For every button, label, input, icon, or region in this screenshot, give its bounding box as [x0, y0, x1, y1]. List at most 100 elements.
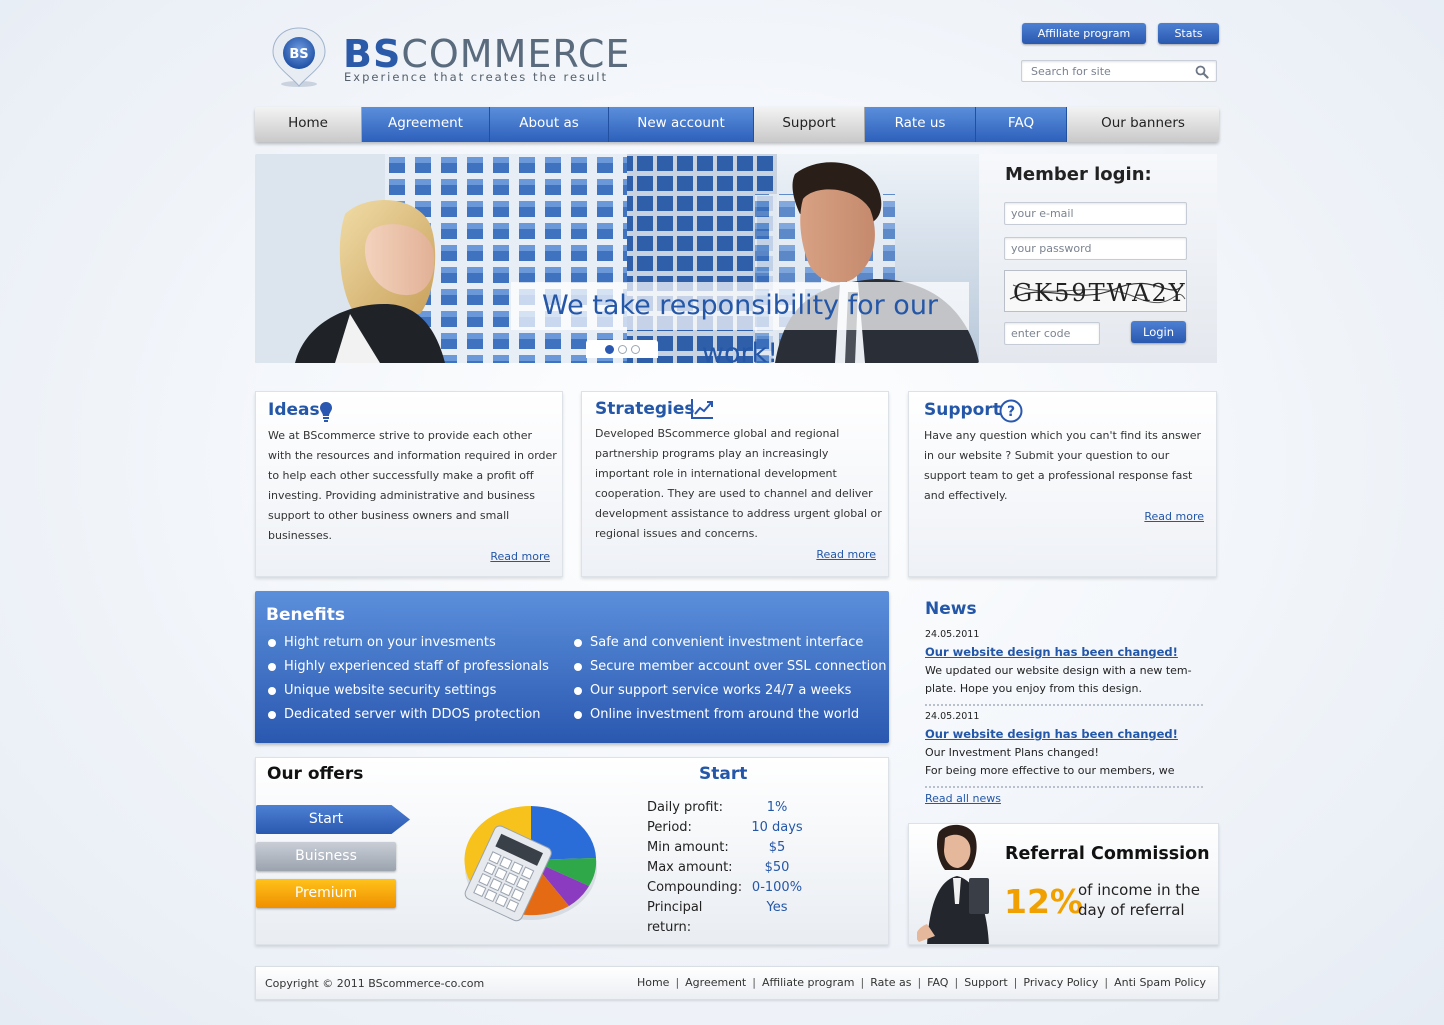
logo-short-text: BS [289, 47, 308, 62]
footer-links: Home | Agreement | Affiliate program | Rate… [636, 976, 1206, 989]
strategies-read-more-link[interactable]: Read more [816, 548, 876, 561]
main-nav: Home Agreement About as New account Supp… [255, 107, 1219, 142]
businesswoman-image [917, 824, 989, 944]
calculator-pie-icon [464, 805, 597, 922]
news-headline-link[interactable]: Our website design has been changed! [925, 727, 1178, 741]
copyright: Copyright © 2011 BScommerce-co.com [265, 977, 485, 990]
footer-link-anti-spam[interactable]: Anti Spam Policy [1114, 976, 1206, 989]
password-field[interactable]: your password [1004, 237, 1187, 260]
benefit-item: Unique website security settings [266, 679, 549, 703]
plan-details: Daily profit: 1% Period: 10 days Min amoun… [647, 798, 807, 938]
site-logo[interactable]: BS BSCOMMERCE Experience that creates th… [269, 24, 629, 96]
nav-home[interactable]: Home [255, 107, 362, 142]
footer-link-support[interactable]: Support [964, 976, 1007, 989]
nav-about[interactable]: About as [490, 107, 609, 142]
news-text: Our Investment Plans changed! [925, 746, 1099, 759]
captcha-image: GK59TWA2Y [1004, 270, 1187, 312]
plan-row: Principal return: Yes [647, 900, 788, 935]
plan-row: Compounding: 0-100% [647, 880, 803, 895]
footer-link-home[interactable]: Home [637, 976, 669, 989]
ideas-read-more-link[interactable]: Read more [490, 550, 550, 563]
offer-tab-start[interactable]: Start [256, 805, 410, 834]
nav-rate-us[interactable]: Rate us [865, 107, 976, 142]
footer-link-affiliate[interactable]: Affiliate program [762, 976, 855, 989]
footer-link-faq[interactable]: FAQ [927, 976, 948, 989]
benefit-item: Highly experienced staff of professional… [266, 655, 549, 679]
offers-panel: Our offers Start Buisness Premium Start … [255, 757, 889, 945]
footer-link-agreement[interactable]: Agreement [685, 976, 746, 989]
login-button[interactable]: Login [1131, 321, 1186, 343]
captcha-text: GK59TWA2Y [1013, 279, 1187, 307]
referral-description: of income in the day of referral [1078, 881, 1200, 919]
email-field[interactable]: your e-mail [1004, 202, 1187, 225]
offer-tab-business[interactable]: Buisness [256, 842, 396, 871]
nav-our-banners[interactable]: Our banners [1067, 107, 1219, 142]
benefit-item: Dedicated server with DDOS protection [266, 703, 549, 727]
support-title: Support [924, 400, 1001, 420]
news-text: For being more effective to our members,… [925, 764, 1175, 777]
chart-growth-icon [691, 399, 713, 419]
news-date: 24.05.2011 [925, 711, 980, 722]
news-headline-link[interactable]: Our website design has been changed! [925, 645, 1178, 659]
slider-dot-1[interactable] [604, 344, 614, 354]
plan-row: Daily profit: 1% [647, 800, 788, 815]
benefit-item: Safe and convenient investment interface [572, 631, 886, 655]
strategies-text: Developed BScommerce global and regional… [595, 427, 882, 540]
benefits-list-left: Hight return on your invesments Highly e… [266, 631, 549, 727]
news-title: News [925, 599, 977, 619]
logo-tagline: Experience that creates the result [344, 70, 609, 84]
benefits-list-right: Safe and convenient investment interface… [572, 631, 886, 727]
offers-title: Our offers [267, 764, 364, 784]
stats-button[interactable]: Stats [1158, 23, 1219, 44]
read-all-news-link[interactable]: Read all news [925, 792, 1001, 805]
benefit-item: Hight return on your invesments [266, 631, 549, 655]
news-divider [925, 704, 1203, 706]
strategies-box: Strategies Developed BScommerce global a… [581, 391, 889, 577]
support-box: Support ? Have any question which you ca… [908, 391, 1217, 577]
nav-faq[interactable]: FAQ [976, 107, 1067, 142]
benefit-item: Secure member account over SSL connectio… [572, 655, 886, 679]
strategies-title: Strategies [595, 399, 695, 419]
ideas-text: We at BScommerce strive to provide each … [268, 429, 557, 542]
news-date: 24.05.2011 [925, 629, 980, 640]
slider-dot-2[interactable] [617, 344, 627, 354]
nav-agreement[interactable]: Agreement [362, 107, 490, 142]
footer: Copyright © 2011 BScommerce-co.com Home |… [255, 966, 1219, 1000]
referral-panel: Referral Commission 12% of income in the… [908, 823, 1219, 945]
login-title: Member login: [1005, 164, 1152, 185]
referral-percent: 12% [1004, 882, 1083, 921]
plan-row: Period: 10 days [647, 820, 803, 835]
benefit-item: Our support service works 24/7 a weeks [572, 679, 886, 703]
lightbulb-icon [320, 402, 332, 422]
benefits-title: Benefits [266, 605, 345, 625]
plan-title: Start [699, 764, 748, 784]
support-read-more-link[interactable]: Read more [1144, 510, 1204, 523]
offer-tab-premium[interactable]: Premium [256, 879, 396, 908]
ideas-title: Ideas [268, 400, 320, 420]
slider-dots [586, 340, 658, 358]
footer-link-privacy[interactable]: Privacy Policy [1023, 976, 1098, 989]
news-text: plate. Hope you enjoy from this design. [925, 682, 1142, 695]
hero-image [255, 154, 979, 363]
plan-row: Max amount: $50 [647, 860, 790, 875]
footer-link-rate[interactable]: Rate as [870, 976, 911, 989]
search-placeholder: Search for site [1031, 65, 1111, 78]
page: BS BSCOMMERCE Experience that creates th… [255, 0, 1219, 1025]
member-login-panel: Member login: your e-mail your password … [979, 154, 1217, 363]
ideas-box: Ideas We at BScommerce strive to provide… [255, 391, 563, 577]
svg-text:?: ? [1007, 404, 1015, 420]
captcha-code-field[interactable]: enter code [1004, 322, 1100, 345]
news-divider [925, 786, 1203, 788]
search-icon[interactable] [1195, 65, 1209, 79]
nav-new-account[interactable]: New account [609, 107, 754, 142]
news-panel: News 24.05.2011 Our website design has b… [915, 591, 1215, 816]
news-text: We updated our website design with a new… [925, 664, 1192, 677]
benefit-item: Online investment from around the world [572, 703, 886, 727]
affiliate-program-button[interactable]: Affiliate program [1022, 23, 1146, 44]
question-icon: ? [999, 399, 1023, 423]
nav-support[interactable]: Support [754, 107, 865, 142]
slider-dot-3[interactable] [630, 344, 640, 354]
logo-pin-icon: BS [272, 27, 326, 87]
referral-title: Referral Commission [1005, 844, 1210, 864]
search-input[interactable]: Search for site [1021, 60, 1217, 82]
